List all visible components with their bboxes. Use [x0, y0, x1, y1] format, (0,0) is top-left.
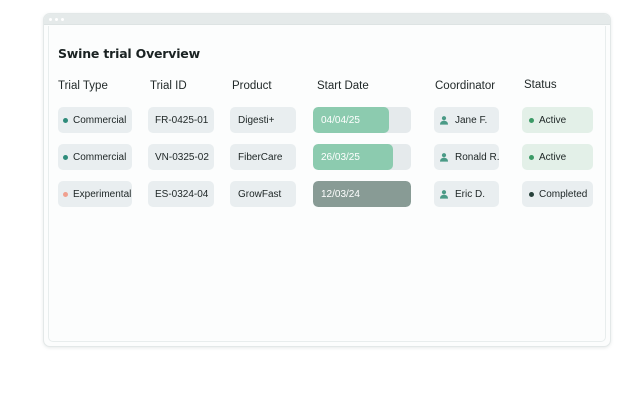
window-dot-icon: [49, 18, 52, 21]
product-chip[interactable]: FiberCare: [230, 144, 296, 170]
status-badge[interactable]: Active: [522, 144, 593, 170]
column-header-coordinator: Coordinator: [435, 80, 496, 92]
trial-type-label: Commercial: [73, 151, 127, 163]
status-dot-icon: [529, 154, 534, 160]
person-icon: [440, 116, 448, 125]
coordinator-name: Jane F.: [455, 114, 488, 126]
start-date-label: 04/04/25: [321, 114, 360, 126]
product-label: Digesti+: [238, 114, 275, 126]
product-label: GrowFast: [238, 188, 282, 200]
window-dot-icon: [55, 18, 58, 21]
page-title: Swine trial Overview: [58, 46, 200, 61]
column-header-start-date: Start Date: [317, 80, 369, 92]
status-badge[interactable]: Active: [522, 107, 593, 133]
start-date-progress[interactable]: 12/03/24: [313, 181, 411, 207]
trial-id-chip[interactable]: FR-0425-01: [148, 107, 214, 133]
product-label: FiberCare: [238, 151, 283, 163]
type-dot-icon: [63, 154, 68, 160]
column-header-trial-type: Trial Type: [58, 80, 108, 92]
status-label: Active: [539, 151, 567, 163]
start-date-progress[interactable]: 04/04/25: [313, 107, 411, 133]
product-chip[interactable]: Digesti+: [230, 107, 296, 133]
coordinator-chip[interactable]: Eric D.: [434, 181, 499, 207]
window-titlebar: [44, 14, 610, 25]
column-header-status: Status: [524, 79, 557, 91]
coordinator-name: Eric D.: [455, 188, 485, 200]
person-icon: [440, 153, 448, 162]
type-dot-icon: [63, 191, 68, 197]
trial-type-label: Experimental: [73, 188, 132, 200]
trial-type-chip[interactable]: Experimental: [58, 181, 132, 207]
type-dot-icon: [63, 117, 68, 123]
coordinator-chip[interactable]: Jane F.: [434, 107, 499, 133]
status-label: Active: [539, 114, 567, 126]
start-date-label: 26/03/25: [321, 151, 360, 163]
column-header-product: Product: [232, 80, 272, 92]
status-dot-icon: [529, 117, 534, 123]
trial-id-chip[interactable]: ES-0324-04: [148, 181, 214, 207]
trial-type-chip[interactable]: Commercial: [58, 144, 132, 170]
product-chip[interactable]: GrowFast: [230, 181, 296, 207]
column-header-trial-id: Trial ID: [150, 80, 187, 92]
status-dot-icon: [529, 191, 534, 197]
status-label: Completed: [539, 188, 588, 200]
trial-type-label: Commercial: [73, 114, 127, 126]
coordinator-chip[interactable]: Ronald R.: [434, 144, 499, 170]
window-dot-icon: [61, 18, 64, 21]
trial-type-chip[interactable]: Commercial: [58, 107, 132, 133]
status-badge[interactable]: Completed: [522, 181, 593, 207]
trial-overview-window: Swine trial Overview Trial Type Trial ID…: [43, 13, 611, 347]
coordinator-name: Ronald R.: [455, 151, 500, 163]
trial-id-label: ES-0324-04: [155, 188, 209, 200]
start-date-progress[interactable]: 26/03/25: [313, 144, 411, 170]
trial-id-label: VN-0325-02: [155, 151, 209, 163]
person-icon: [440, 190, 448, 199]
trial-id-label: FR-0425-01: [155, 114, 209, 126]
trial-id-chip[interactable]: VN-0325-02: [148, 144, 214, 170]
start-date-label: 12/03/24: [321, 188, 360, 200]
